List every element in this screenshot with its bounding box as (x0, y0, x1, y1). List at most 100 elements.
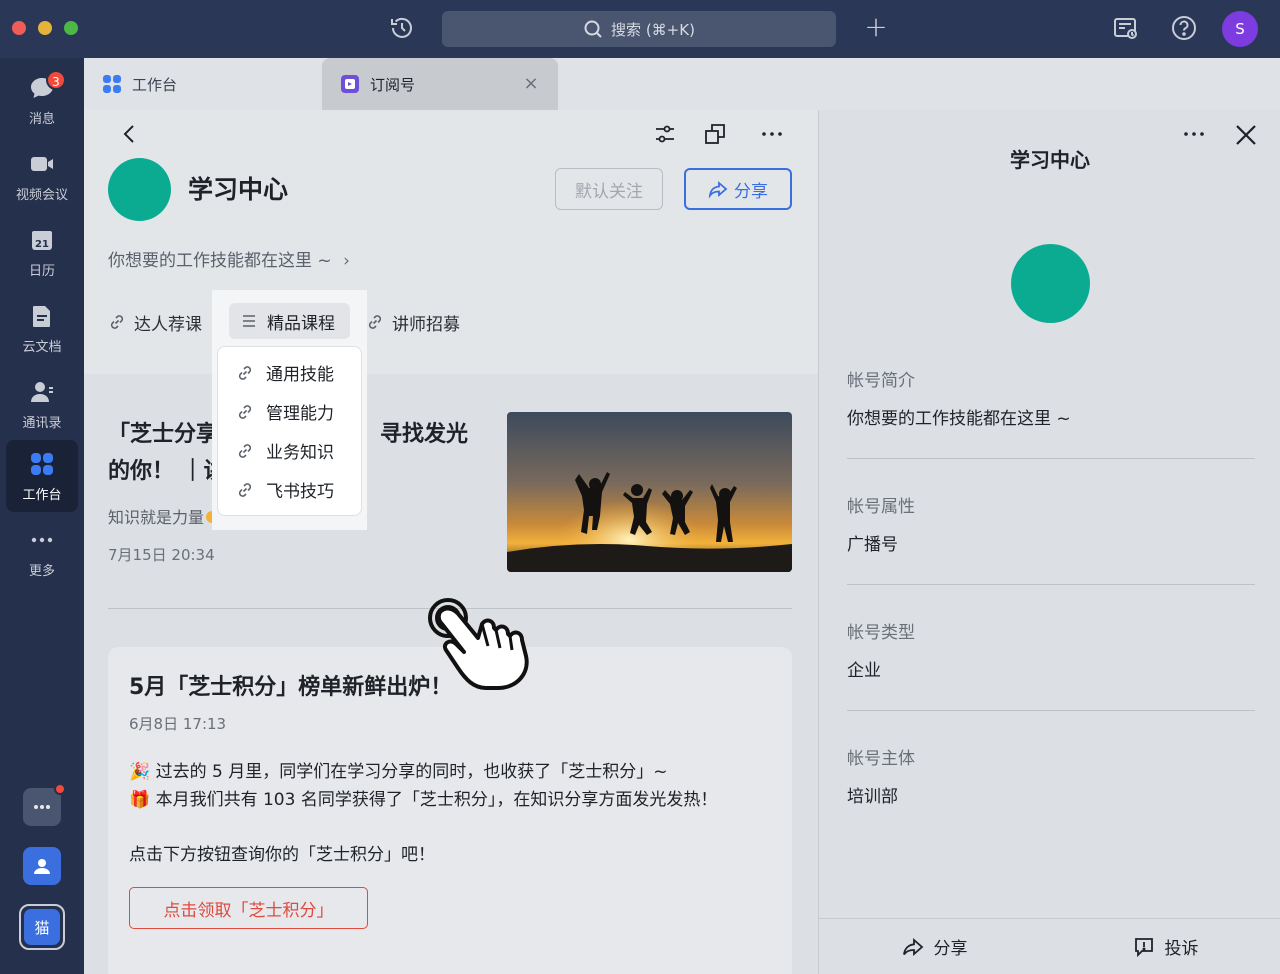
workplace-grid-icon (31, 452, 53, 475)
tab-label: 订阅号 (370, 75, 416, 94)
divider (108, 608, 792, 609)
window-zoom-button[interactable] (64, 21, 78, 35)
article-body-line: 点击下方按钮查询你的「芝士积分」吧！ (129, 845, 435, 865)
menu-lecturer-recruit[interactable]: 讲师招募 (366, 304, 460, 340)
article-date: 7月15日 20:34 (108, 546, 215, 564)
search-icon (584, 20, 602, 38)
nav-video-meeting[interactable]: 视频会议 (6, 140, 78, 212)
nav-more[interactable]: 更多 (6, 516, 78, 588)
submenu-dropdown: 通用技能 管理能力 业务知识 飞书技巧 (217, 346, 362, 516)
tab-workplace[interactable]: 工作台 (84, 58, 322, 110)
left-navigation: 消息 3 视频会议 21 日历 云文档 通讯录 工作台 更多 猫 (0, 58, 84, 974)
menu-expert-courses[interactable]: 达人荐课 (108, 304, 202, 340)
link-icon (110, 315, 124, 329)
calendar-day: 21 (35, 239, 49, 250)
link-icon (238, 482, 252, 497)
open-window-icon[interactable] (703, 122, 727, 146)
footer-report-label: 投诉 (1164, 939, 1199, 959)
claim-points-button[interactable]: 点击领取「芝士积分」 (129, 887, 368, 929)
user-avatar[interactable]: S (1222, 11, 1258, 47)
article-card[interactable]: 「芝士分享 ，寻找发光 的你！ ｜讲 知识就是力量 7月15日 20:34 (84, 374, 818, 610)
menu-dropdown-area: 精品课程 通用技能 管理能力 业务知识 飞书技巧 (212, 290, 367, 530)
org-switcher[interactable]: 猫 (19, 904, 65, 950)
window-close-button[interactable] (12, 21, 26, 35)
tab-bar: 工作台 订阅号 × (84, 58, 1280, 110)
divider (847, 710, 1255, 711)
sunset-silhouette-image (507, 412, 792, 572)
workplace-grid-icon (103, 75, 121, 93)
account-title: 学习中心 (188, 175, 289, 204)
title-bar: 搜索 (⌘+K) + S (0, 0, 1280, 58)
more-dots-icon (31, 537, 53, 542)
nav-docs[interactable]: 云文档 (6, 292, 78, 364)
nav-label: 更多 (28, 563, 55, 579)
owner-value: 培训部 (847, 787, 898, 807)
footer-share-button[interactable]: 分享 (819, 919, 1050, 974)
nav-label: 云文档 (22, 339, 62, 355)
report-icon (1134, 937, 1153, 957)
submenu-label: 飞书技巧 (266, 482, 334, 502)
list-icon (243, 315, 255, 327)
nav-messages[interactable]: 消息 3 (6, 64, 78, 136)
menu-label: 精品课程 (267, 313, 335, 334)
article-date: 6月8日 17:13 (129, 715, 227, 733)
article-body-line: 🎁 本月我们共有 103 名同学获得了「芝士积分」，在知识分享方面发光发热！ (129, 790, 718, 810)
article-title-line1-start: 「芝士分享 (108, 422, 219, 447)
article-title: 5月「芝士积分」榜单新鲜出炉！ (129, 675, 453, 700)
org-avatar: 猫 (24, 909, 60, 945)
account-info-panel: 学习中心 帐号简介 你想要的工作技能都在这里 ~ 帐号属性 广播号 帐号类型 企… (818, 110, 1280, 974)
subscription-icon (341, 75, 359, 93)
nav-contacts[interactable]: 通讯录 (6, 368, 78, 440)
nav-label: 通讯录 (22, 415, 62, 431)
video-camera-icon (31, 156, 53, 171)
window-minimize-button[interactable] (38, 21, 52, 35)
tab-subscription[interactable]: 订阅号 × (322, 58, 558, 110)
more-options-icon[interactable] (760, 122, 784, 146)
submenu-item[interactable]: 飞书技巧 (218, 470, 361, 509)
back-arrow-icon[interactable] (118, 122, 142, 146)
tab-label: 工作台 (132, 75, 178, 94)
subscription-content: 学习中心 默认关注 分享 你想要的工作技能都在这里 ~ › 达人荐课 讲师招募 … (84, 110, 818, 974)
intro-value: 你想要的工作技能都在这里 ~ (847, 409, 1071, 429)
submenu-label: 业务知识 (266, 443, 334, 463)
share-button[interactable]: 分享 (684, 168, 792, 210)
more-options-icon[interactable] (1181, 122, 1207, 146)
attribute-value: 广播号 (847, 535, 898, 555)
panel-footer: 分享 投诉 (819, 918, 1280, 974)
article-cover-image[interactable] (507, 412, 792, 572)
search-placeholder: 搜索 (⌘+K) (611, 20, 695, 39)
nav-label: 消息 (28, 111, 55, 127)
nav-label: 日历 (28, 263, 55, 279)
default-follow-button[interactable]: 默认关注 (555, 168, 663, 210)
attribute-label: 帐号属性 (847, 497, 915, 517)
account-description[interactable]: 你想要的工作技能都在这里 ~ › (108, 246, 350, 271)
submenu-item[interactable]: 通用技能 (218, 353, 361, 392)
search-input[interactable]: 搜索 (⌘+K) (442, 11, 836, 47)
article-body-line: 🎉 过去的 5 月里，同学们在学习分享的同时，也收获了「芝士积分」~ (129, 762, 668, 782)
menu-premium-courses[interactable]: 精品课程 (229, 303, 350, 339)
footer-report-button[interactable]: 投诉 (1050, 919, 1280, 974)
close-tab-icon[interactable]: × (522, 75, 540, 93)
help-icon[interactable] (1170, 14, 1198, 42)
share-label: 分享 (734, 181, 768, 202)
document-icon (33, 305, 50, 327)
meeting-notes-icon[interactable] (1112, 14, 1140, 42)
nav-label: 视频会议 (15, 187, 68, 203)
app-shortcut-profile[interactable] (23, 847, 61, 885)
footer-share-label: 分享 (933, 939, 968, 959)
divider (847, 458, 1255, 459)
share-arrow-icon (902, 937, 923, 956)
add-button[interactable]: + (862, 13, 890, 42)
menu-label: 讲师招募 (392, 314, 460, 335)
settings-sliders-icon[interactable] (653, 122, 677, 146)
app-shortcut-more[interactable] (23, 783, 66, 826)
share-arrow-icon (708, 181, 728, 199)
submenu-item[interactable]: 管理能力 (218, 392, 361, 431)
link-icon (368, 315, 382, 329)
history-icon[interactable] (389, 15, 415, 41)
nav-workplace[interactable]: 工作台 (6, 440, 78, 512)
nav-calendar[interactable]: 21 日历 (6, 216, 78, 288)
article-card[interactable]: 5月「芝士积分」榜单新鲜出炉！ 6月8日 17:13 🎉 过去的 5 月里，同学… (108, 647, 792, 974)
submenu-item[interactable]: 业务知识 (218, 431, 361, 470)
person-icon (34, 859, 50, 874)
